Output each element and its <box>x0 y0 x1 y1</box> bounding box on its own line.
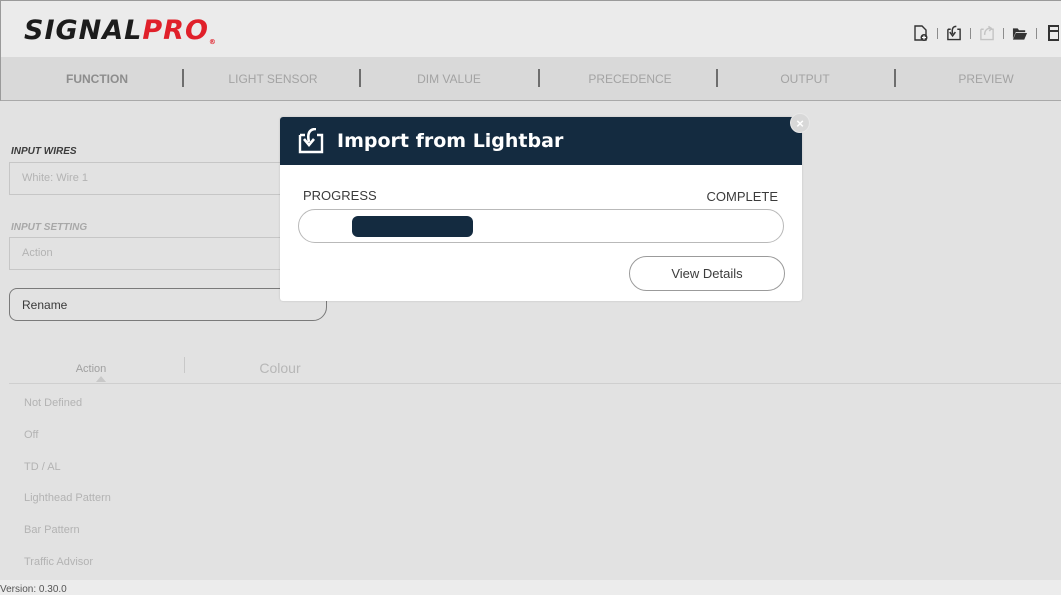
dialog-header: Import from Lightbar <box>280 117 802 165</box>
subtab-action[interactable]: Action <box>76 363 107 375</box>
toolbar-separator <box>1036 27 1037 39</box>
dialog-title: Import from Lightbar <box>337 130 564 152</box>
input-wires-label: INPUT WIRES <box>11 146 77 157</box>
progress-bar <box>298 209 784 243</box>
tab-preview[interactable]: PREVIEW <box>958 72 1013 86</box>
export-icon <box>979 25 995 41</box>
tab-divider <box>359 69 361 87</box>
save-icon[interactable] <box>1045 25 1061 41</box>
tab-light-sensor[interactable]: LIGHT SENSOR <box>228 72 317 86</box>
logo-registered-mark: ® <box>208 38 217 46</box>
action-item-lighthead-pattern[interactable]: Lighthead Pattern <box>24 492 111 504</box>
subtab-colour[interactable]: Colour <box>259 360 300 376</box>
input-setting-label: INPUT SETTING <box>11 222 88 233</box>
active-subtab-caret <box>96 376 106 382</box>
action-colour-tabs: Action Colour <box>9 355 1061 384</box>
tab-divider <box>716 69 718 87</box>
progress-bar-fill <box>352 216 473 237</box>
subtab-divider <box>184 357 185 373</box>
signalpro-logo: SIGNALPRO® <box>24 15 217 46</box>
progress-label: PROGRESS <box>303 188 377 203</box>
close-button[interactable]: × <box>790 113 810 133</box>
action-item-off[interactable]: Off <box>24 429 38 441</box>
toolbar-separator <box>937 27 938 39</box>
status-bar <box>0 580 1061 595</box>
tab-dim-value[interactable]: DIM VALUE <box>417 72 481 86</box>
new-file-icon[interactable] <box>913 24 929 41</box>
tab-divider <box>182 69 184 87</box>
tab-divider <box>538 69 540 87</box>
version-label: Version: 0.30.0 <box>0 584 67 595</box>
action-item-traffic-advisor[interactable]: Traffic Advisor <box>24 556 93 568</box>
main-tabs: FUNCTION LIGHT SENSOR DIM VALUE PRECEDEN… <box>0 57 1061 101</box>
tab-divider <box>894 69 896 87</box>
action-item-bar-pattern[interactable]: Bar Pattern <box>24 524 80 536</box>
toolbar <box>913 24 1061 41</box>
open-folder-icon[interactable] <box>1012 25 1028 41</box>
import-icon[interactable] <box>946 25 962 41</box>
app-header: SIGNALPRO® <box>0 0 1061 57</box>
logo-pro-text: PRO <box>142 15 209 46</box>
toolbar-separator <box>970 27 971 39</box>
tab-precedence[interactable]: PRECEDENCE <box>588 72 671 86</box>
import-icon <box>298 127 324 154</box>
tab-function[interactable]: FUNCTION <box>66 72 128 86</box>
toolbar-separator <box>1003 27 1004 39</box>
logo-signal-text: SIGNAL <box>24 15 143 46</box>
view-details-button[interactable]: View Details <box>629 256 785 291</box>
tab-output[interactable]: OUTPUT <box>780 72 829 86</box>
status-label: COMPLETE <box>706 189 778 204</box>
action-item-not-defined[interactable]: Not Defined <box>24 397 82 409</box>
action-item-td-al[interactable]: TD / AL <box>24 461 61 473</box>
import-dialog: Import from Lightbar × PROGRESS COMPLETE… <box>280 113 810 301</box>
